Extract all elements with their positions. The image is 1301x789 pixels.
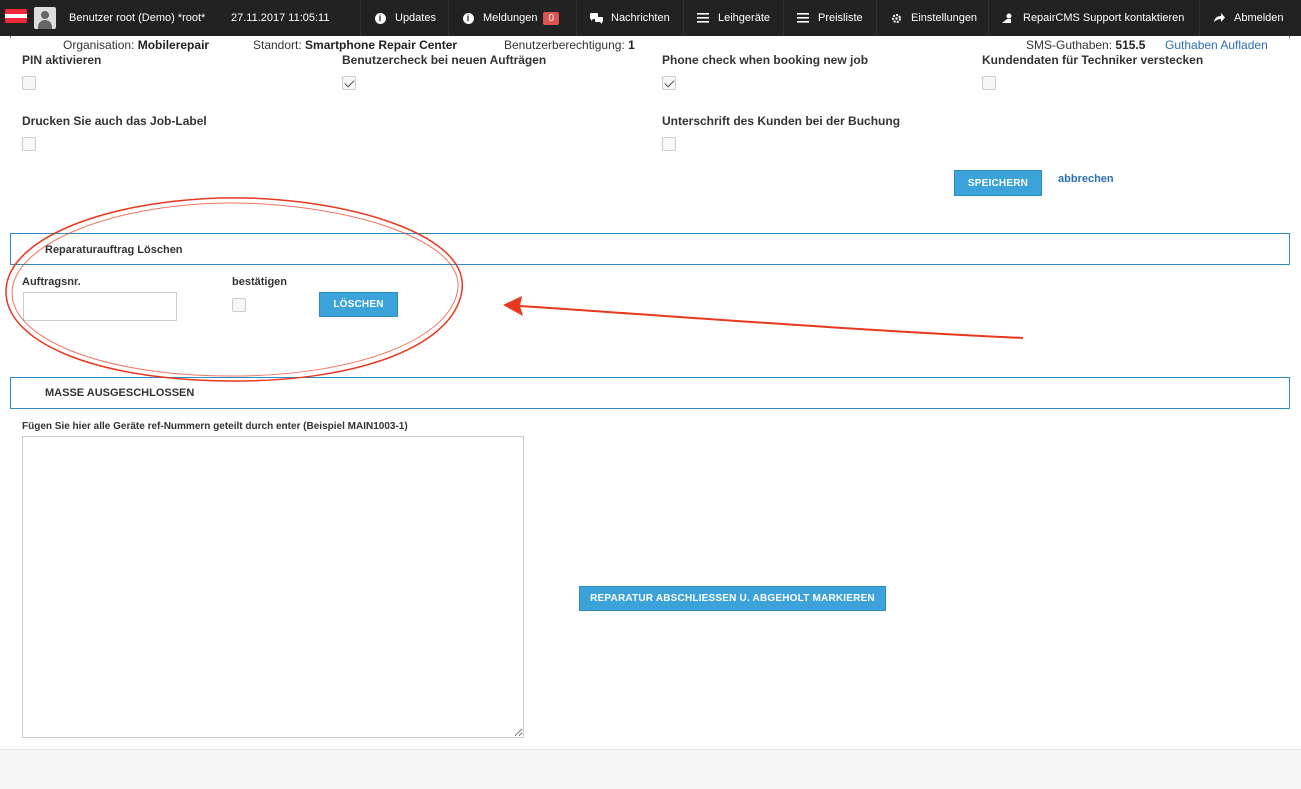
usercheck-checkbox[interactable]	[342, 76, 356, 90]
nav-nachrichten-label: Nachrichten	[611, 12, 670, 24]
customer-signature-checkbox[interactable]	[662, 137, 676, 151]
job-label-print-checkbox[interactable]	[22, 137, 36, 151]
nav-leihgeraete-label: Leihgeräte	[718, 12, 770, 24]
austria-flag-icon[interactable]	[5, 9, 27, 23]
hide-customer-checkbox[interactable]	[982, 76, 996, 90]
nav-preisliste-label: Preisliste	[818, 12, 863, 24]
annotation-ellipse	[5, 197, 463, 382]
annotation-arrow-line	[519, 305, 1024, 339]
user-avatar-icon[interactable]	[34, 7, 56, 29]
top-navbar: Benutzer root (Demo) *root* 27.11.2017 1…	[0, 0, 1301, 36]
chat-bubbles-icon	[589, 11, 603, 25]
nav-support-label: RepairCMS Support kontaktieren	[1023, 12, 1185, 24]
nav-preisliste[interactable]: Preisliste	[783, 0, 875, 36]
delete-order-panel-title: Reparaturauftrag Löschen	[45, 244, 183, 256]
cancel-link[interactable]: abbrechen	[1058, 173, 1114, 185]
job-label-print-label: Drucken Sie auch das Job-Label	[22, 114, 207, 128]
delete-order-panel-header: Reparaturauftrag Löschen	[10, 233, 1290, 265]
gear-icon	[889, 11, 903, 25]
customer-signature-label: Unterschrift des Kunden bei der Buchung	[662, 114, 901, 128]
delete-button[interactable]: LÖSCHEN	[319, 292, 398, 317]
info-icon: i	[373, 11, 387, 25]
hide-customer-label: Kundendaten für Techniker verstecken	[982, 53, 1204, 67]
nav-einstellungen-label: Einstellungen	[911, 12, 978, 24]
phonecheck-label: Phone check when booking new job	[662, 53, 869, 67]
mass-exclusion-panel-title: MASSE AUSGESCHLOSSEN	[45, 387, 195, 399]
order-number-input[interactable]	[23, 292, 177, 321]
support-agent-icon	[1001, 11, 1015, 25]
list-icon	[796, 11, 810, 25]
nav-leihgeraete[interactable]: Leihgeräte	[683, 0, 782, 36]
nav-nachrichten[interactable]: Nachrichten	[576, 0, 682, 36]
phonecheck-checkbox[interactable]	[662, 76, 676, 90]
info-icon: i	[461, 11, 475, 25]
nav-support[interactable]: RepairCMS Support kontaktieren	[988, 0, 1196, 36]
nav-abmelden-label: Abmelden	[1234, 12, 1284, 24]
current-datetime: 27.11.2017 11:05:11	[231, 12, 330, 24]
nav-updates-label: Updates	[395, 12, 436, 24]
logout-arrow-icon	[1212, 11, 1226, 25]
nav-einstellungen[interactable]: Einstellungen	[876, 0, 989, 36]
mass-exclusion-panel-header: MASSE AUSGESCHLOSSEN	[10, 377, 1290, 409]
confirm-checkbox[interactable]	[232, 298, 246, 312]
complete-and-mark-picked-up-button[interactable]: REPARATUR ABSCHLIESSEN U. ABGEHOLT MARKI…	[579, 586, 886, 611]
mass-instructions: Fügen Sie hier alle Geräte ref-Nummern g…	[22, 421, 408, 432]
device-ref-numbers-textarea[interactable]	[22, 436, 524, 738]
usercheck-label: Benutzercheck bei neuen Aufträgen	[342, 53, 547, 67]
pin-activate-checkbox[interactable]	[22, 76, 36, 90]
nav-updates[interactable]: i Updates	[360, 0, 448, 36]
notification-count-badge: 0	[543, 11, 559, 25]
annotation-arrow-head	[503, 296, 523, 316]
page-footer	[0, 749, 1301, 789]
confirm-label: bestätigen	[232, 276, 288, 288]
nav-meldungen-label: Meldungen	[483, 12, 538, 24]
pin-activate-label: PIN aktivieren	[22, 53, 102, 67]
annotation-ellipse-stroke2	[11, 202, 459, 377]
order-number-label: Auftragsnr.	[22, 276, 81, 288]
save-button[interactable]: SPEICHERN	[954, 170, 1042, 196]
nav-abmelden[interactable]: Abmelden	[1199, 0, 1296, 36]
info-row-area	[0, 36, 1301, 53]
current-user[interactable]: Benutzer root (Demo) *root*	[69, 12, 205, 24]
list-icon	[696, 11, 710, 25]
nav-meldungen[interactable]: i Meldungen 0	[448, 0, 571, 36]
